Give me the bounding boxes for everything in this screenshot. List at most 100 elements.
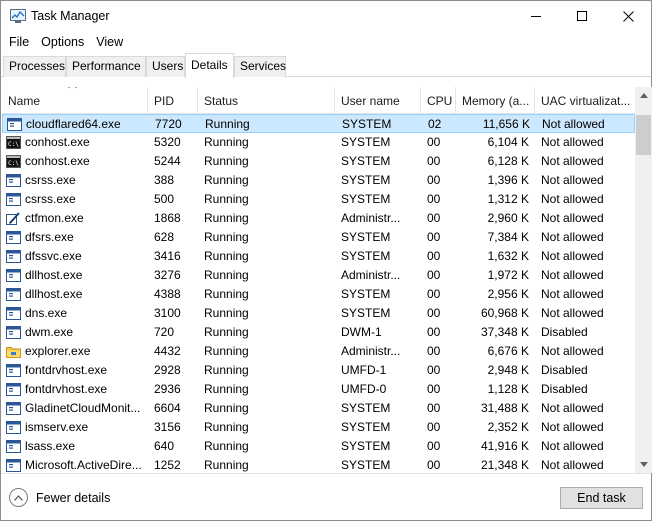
column-header-memory[interactable]: Memory (a... [456, 87, 535, 114]
table-row[interactable]: dwm.exe 720 Running DWM-1 00 37,348 K Disabled [2, 323, 635, 342]
vertical-scrollbar[interactable] [635, 87, 652, 473]
cell-user: SYSTEM [341, 439, 391, 453]
tab-details[interactable]: Details [185, 53, 234, 78]
table-row[interactable]: C:\ conhost.exe 5320 Running SYSTEM 00 6,104 K… [2, 133, 635, 152]
cell-memory: 6,128 K [487, 154, 529, 168]
tab-processes[interactable]: Processes [3, 56, 66, 77]
cell-cpu: 00 [427, 401, 441, 415]
cell-memory: 31,488 K [480, 401, 529, 415]
cell-name: conhost.exe [25, 135, 90, 149]
cell-uac: Not allowed [541, 344, 604, 358]
cell-status: Running [204, 344, 249, 358]
cell-uac: Not allowed [541, 439, 604, 453]
cell-uac: Not allowed [541, 154, 604, 168]
table-row[interactable]: fontdrvhost.exe 2928 Running UMFD-1 00 2,948 … [2, 361, 635, 380]
scroll-up-button[interactable] [635, 87, 652, 104]
cell-name: lsass.exe [25, 439, 76, 453]
table-row[interactable]: cloudflared64.exe 7720 Running SYSTEM 02 11,6… [2, 114, 635, 133]
cell-name: conhost.exe [25, 154, 90, 168]
table-row[interactable]: C:\ conhost.exe 5244 Running SYSTEM 00 6,128 K… [2, 152, 635, 171]
table-row[interactable]: dllhost.exe 4388 Running SYSTEM 00 2,956 K Not… [2, 285, 635, 304]
column-header-user-name[interactable]: User name [335, 87, 421, 114]
table-row[interactable]: csrss.exe 500 Running SYSTEM 00 1,312 K Not al… [2, 190, 635, 209]
cell-name: dllhost.exe [25, 287, 83, 301]
scroll-down-icon [639, 462, 648, 467]
maximize-button[interactable] [559, 1, 605, 31]
cell-status: Running [204, 268, 249, 282]
tab-performance[interactable]: Performance [66, 56, 146, 77]
cell-name: dllhost.exe [25, 268, 83, 282]
cell-pid: 3416 [154, 249, 181, 263]
cell-uac: Not allowed [541, 173, 604, 187]
table-row[interactable]: dllhost.exe 3276 Running Administr... 00 1,97… [2, 266, 635, 285]
cell-uac: Not allowed [541, 287, 604, 301]
cell-name: dfsrs.exe [25, 230, 74, 244]
cell-pid: 6604 [154, 401, 181, 415]
column-header-name[interactable]: Name [2, 87, 148, 114]
cell-user: SYSTEM [341, 230, 391, 244]
cell-memory: 2,352 K [487, 420, 529, 434]
cell-pid: 3156 [154, 420, 181, 434]
table-row[interactable]: Microsoft.ActiveDire... 1252 Running SYSTEM… [2, 456, 635, 473]
cell-pid: 3100 [154, 306, 181, 320]
cell-user: SYSTEM [341, 401, 391, 415]
cell-pid: 720 [154, 325, 175, 339]
cell-cpu: 00 [427, 306, 441, 320]
close-button[interactable] [605, 1, 651, 31]
table-row[interactable]: ctfmon.exe 1868 Running Administr... 00 2,960… [2, 209, 635, 228]
menu-options[interactable]: Options [35, 33, 90, 51]
cell-cpu: 00 [427, 268, 441, 282]
table-row[interactable]: ismserv.exe 3156 Running SYSTEM 00 2,352 K Not… [2, 418, 635, 437]
cell-uac: Disabled [541, 382, 588, 396]
minimize-button[interactable] [513, 1, 559, 31]
table-row[interactable]: dfsrs.exe 628 Running SYSTEM 00 7,384 K Not al… [2, 228, 635, 247]
cell-uac: Not allowed [541, 420, 604, 434]
menu-file[interactable]: File [3, 33, 35, 51]
cell-memory: 1,312 K [487, 192, 529, 206]
cell-user: UMFD-0 [341, 382, 387, 396]
column-header-status[interactable]: Status [198, 87, 335, 114]
cell-memory: 2,960 K [487, 211, 529, 225]
column-header-uac-virtualization[interactable]: UAC virtualizat... [535, 87, 635, 114]
table-row[interactable]: dfssvc.exe 3416 Running SYSTEM 00 1,632 K Not … [2, 247, 635, 266]
window-title: Task Manager [31, 9, 110, 23]
end-task-button[interactable]: End task [560, 487, 643, 509]
cell-cpu: 00 [427, 458, 441, 472]
table-row[interactable]: csrss.exe 388 Running SYSTEM 00 1,396 K Not al… [2, 171, 635, 190]
table-row[interactable]: fontdrvhost.exe 2936 Running UMFD-0 00 1,128 … [2, 380, 635, 399]
cell-user: SYSTEM [342, 117, 392, 131]
fewer-details-toggle[interactable]: Fewer details [9, 488, 110, 507]
cell-memory: 1,128 K [487, 382, 529, 396]
column-header-cpu[interactable]: CPU [421, 87, 456, 114]
cell-status: Running [204, 458, 249, 472]
cell-status: Running [204, 363, 249, 377]
tab-users[interactable]: Users [146, 56, 185, 77]
cell-user: Administr... [341, 211, 401, 225]
scroll-down-button[interactable] [635, 456, 652, 473]
cell-name: Microsoft.ActiveDire... [25, 458, 142, 472]
cell-status: Running [204, 401, 249, 415]
cell-user: SYSTEM [341, 306, 391, 320]
cell-name: cloudflared64.exe [26, 117, 121, 131]
tab-services[interactable]: Services [234, 56, 286, 77]
column-header-pid[interactable]: PID [148, 87, 198, 114]
cell-pid: 5244 [154, 154, 181, 168]
cell-cpu: 00 [427, 173, 441, 187]
cell-uac: Not allowed [542, 117, 605, 131]
cell-status: Running [205, 117, 250, 131]
table-row[interactable]: explorer.exe 4432 Running Administr... 00 6,6… [2, 342, 635, 361]
menu-view[interactable]: View [90, 33, 129, 51]
cell-memory: 21,348 K [480, 458, 529, 472]
cell-user: SYSTEM [341, 458, 391, 472]
table-row[interactable]: GladinetCloudMonit... 6604 Running SYSTEM 00… [2, 399, 635, 418]
cell-cpu: 00 [427, 439, 441, 453]
maximize-icon [577, 11, 587, 21]
cell-user: SYSTEM [341, 287, 391, 301]
scrollbar-thumb[interactable] [636, 115, 651, 155]
table-row[interactable]: dns.exe 3100 Running SYSTEM 00 60,968 K Not al… [2, 304, 635, 323]
title-bar[interactable]: Task Manager [1, 1, 651, 31]
cell-status: Running [204, 211, 249, 225]
table-row[interactable]: lsass.exe 640 Running SYSTEM 00 41,916 K Not a… [2, 437, 635, 456]
cell-cpu: 00 [427, 420, 441, 434]
cell-memory: 37,348 K [480, 325, 529, 339]
